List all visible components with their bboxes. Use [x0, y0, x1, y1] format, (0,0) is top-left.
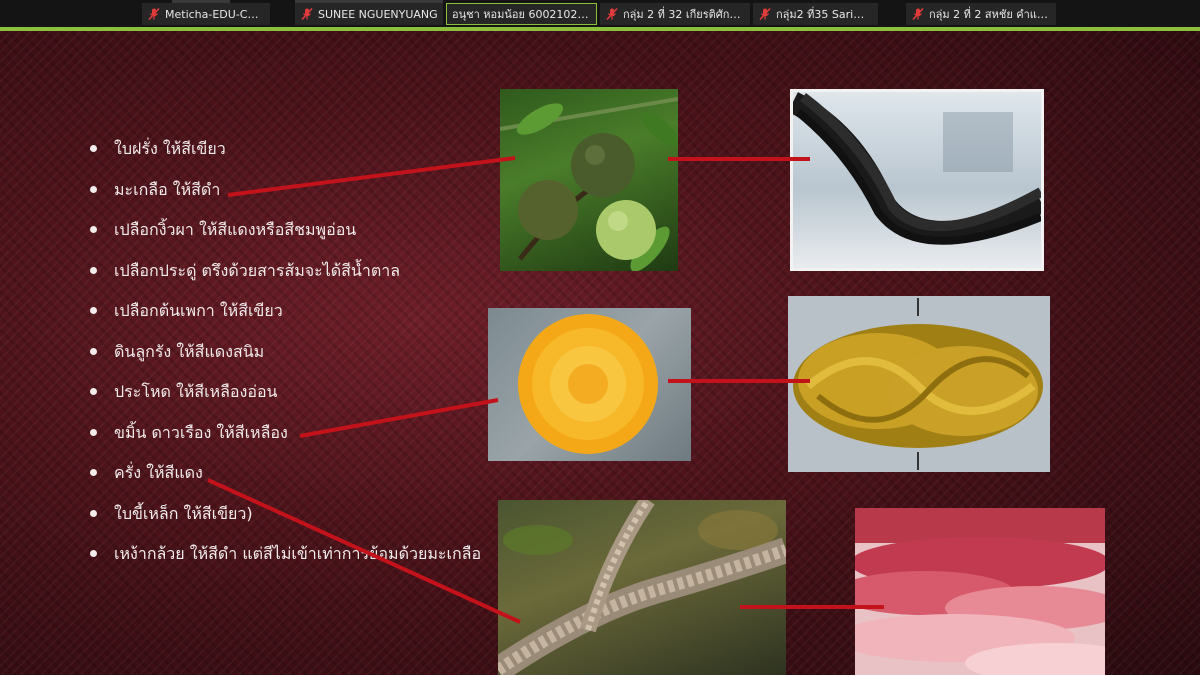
ebony-fruit-image: [500, 97, 678, 271]
bullet-text: ใบขี้เหล็ก ให้สีเขียว): [114, 503, 253, 523]
participant-name: SUNEE NGUENYUANG: [318, 7, 438, 21]
bullet-text: ดินลูกรัง ให้สีแดงสนิม: [114, 341, 265, 361]
bullet-text: ครั่ง ให้สีแดง: [114, 463, 203, 482]
mic-muted-icon: [912, 7, 924, 21]
bullet-text: ขมิ้น ดาวเรือง ให้สีเหลือง: [114, 422, 288, 442]
mic-muted-icon: [759, 7, 771, 21]
bullet-dot: [90, 226, 97, 233]
bullet-text: เปลือกต้นเพกา ให้สีเขียว: [114, 301, 283, 320]
list-item: เหง้ากล้วย ให้สีดำ แต่สีไม่เข้าเท่าการย้…: [88, 541, 481, 582]
bullet-text: เปลือกงิ้วผา ให้สีแดงหรือสีชมพูอ่อน: [114, 220, 357, 239]
participant-name: กลุ่ม 2 ที่ 32 เกียรติศักดิ์ ...: [623, 8, 745, 21]
yellow-yarn-photo: [788, 296, 1050, 472]
bullet-dot: [90, 307, 97, 314]
participant-strip: Meticha-EDU-CMU SUNEE NGUENYUANG อนุชา ห…: [0, 0, 1200, 27]
participant-name: กลุ่ม 2 ที่ 2 สหชัย คำแอ่...: [929, 8, 1051, 21]
list-item: เปลือกต้นเพกา ให้สีเขียว: [88, 298, 481, 339]
participant-name: อนุชา หอมน้อย 600210287: [452, 8, 591, 21]
participant-name: กลุ่ม2 ที่35 Sarimon: [776, 8, 873, 21]
bullet-dot: [90, 509, 97, 517]
bullet-text: มะเกลือ ให้สีดำ: [114, 179, 221, 199]
participant-tile[interactable]: กลุ่ม2 ที่35 Sarimon: [753, 3, 878, 25]
list-item: เปลือกงิ้วผา ให้สีแดงหรือสีชมพูอ่อน: [88, 217, 481, 258]
dye-source-list: ใบฝรั่ง ให้สีเขียว มะเกลือ ให้สีดำ เปลือ…: [88, 136, 481, 582]
marigold-image: [518, 314, 658, 454]
ebony-fruit-photo: [500, 89, 678, 271]
list-item: ขมิ้น ดาวเรือง ให้สีเหลือง: [88, 420, 481, 461]
black-yarn-photo: [790, 89, 1044, 271]
red-yarn-photo: [855, 508, 1105, 675]
participant-tile-active[interactable]: อนุชา หอมน้อย 600210287: [446, 3, 597, 25]
bullet-text: เปลือกประดู่ ตรึงด้วยสารส้มจะได้สีน้ำตาล: [114, 260, 401, 280]
participant-tile[interactable]: กลุ่ม 2 ที่ 32 เกียรติศักดิ์ ...: [600, 3, 750, 25]
bullet-dot: [90, 469, 97, 476]
mic-muted-icon: [301, 7, 313, 21]
bullet-dot: [90, 550, 97, 557]
bullet-dot: [90, 388, 97, 395]
bullet-dot: [90, 145, 97, 152]
lac-branch-photo: [498, 500, 786, 675]
participant-name: Meticha-EDU-CMU: [165, 7, 265, 21]
participant-tile[interactable]: SUNEE NGUENYUANG: [295, 3, 443, 25]
shared-slide: ใบฝรั่ง ให้สีเขียว มะเกลือ ให้สีดำ เปลือ…: [0, 31, 1200, 675]
bullet-dot: [90, 347, 97, 355]
marigold-photo: [488, 308, 691, 461]
list-item: ใบขี้เหล็ก ให้สีเขียว): [88, 501, 481, 542]
mic-muted-icon: [148, 7, 160, 21]
list-item: เปลือกประดู่ ตรึงด้วยสารส้มจะได้สีน้ำตาล: [88, 258, 481, 299]
yellow-yarn-image: [793, 298, 1043, 470]
list-item: ใบฝรั่ง ให้สีเขียว: [88, 136, 481, 177]
bullet-dot: [90, 185, 97, 193]
lac-branch-image: [498, 500, 786, 675]
participant-tile[interactable]: กลุ่ม 2 ที่ 2 สหชัย คำแอ่...: [906, 3, 1056, 25]
mic-muted-icon: [606, 7, 618, 21]
black-yarn-image: [793, 92, 1041, 245]
bullet-text: ใบฝรั่ง ให้สีเขียว: [114, 139, 226, 158]
bullet-text: ประโหด ให้สีเหลืองอ่อน: [114, 382, 278, 401]
bullet-dot: [90, 266, 97, 274]
list-item: ประโหด ให้สีเหลืองอ่อน: [88, 379, 481, 420]
bullet-dot: [90, 428, 97, 436]
red-yarn-image: [855, 508, 1105, 675]
list-item: ดินลูกรัง ให้สีแดงสนิม: [88, 339, 481, 380]
list-item: มะเกลือ ให้สีดำ: [88, 177, 481, 218]
bullet-text: เหง้ากล้วย ให้สีดำ แต่สีไม่เข้าเท่าการย้…: [114, 544, 482, 563]
list-item: ครั่ง ให้สีแดง: [88, 460, 481, 501]
participant-tile[interactable]: Meticha-EDU-CMU: [142, 3, 270, 25]
